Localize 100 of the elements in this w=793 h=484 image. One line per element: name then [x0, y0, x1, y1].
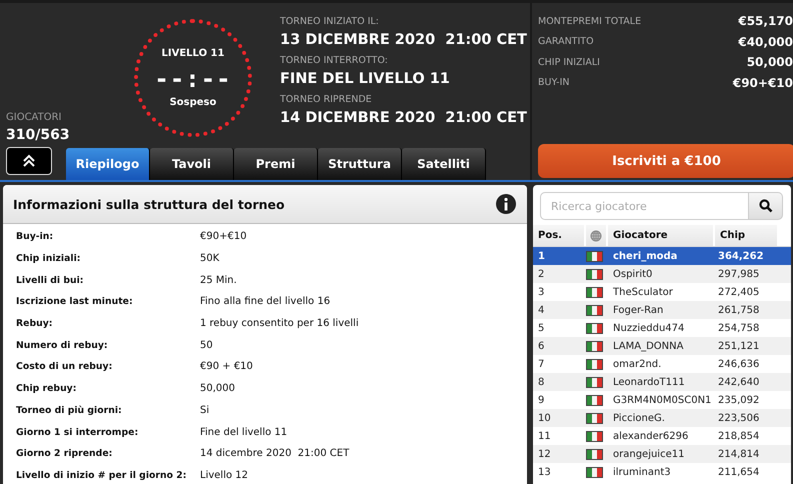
info-icon[interactable]	[496, 194, 516, 214]
stat-value: €90+€10	[732, 76, 793, 90]
stat-value: 50,000	[746, 55, 793, 70]
flag-icon	[586, 322, 603, 334]
flag-icon	[586, 250, 603, 262]
column-header[interactable]: Giocatore	[608, 225, 713, 246]
schedule-label: TORNEO INIZIATO IL:	[280, 16, 380, 27]
timer-display: --:--	[154, 65, 232, 93]
stat-value: €55,170	[738, 14, 793, 28]
info-value: €90+€10	[200, 231, 247, 242]
table-cell-text: 3	[537, 286, 546, 298]
table-cell-text: ilruminant3	[612, 466, 672, 478]
table-cell-text: 251,121	[717, 340, 760, 352]
schedule-value: FINE DEL LIVELLO 11	[280, 71, 451, 87]
timer-level: LIVELLO 11	[162, 48, 224, 59]
table-cell-text: LeonardoT111	[612, 376, 686, 388]
column-header[interactable]: Chip	[715, 225, 777, 246]
table-cell-text: 12	[537, 448, 552, 460]
table-cell-text: 10	[537, 412, 552, 424]
table-cell-text: 2	[537, 268, 546, 280]
info-label: Giorno 2 riprende:	[15, 448, 114, 460]
player-row[interactable]: 6 LAMA_DONNA 251,121	[533, 337, 791, 355]
table-cell-text: Ospirit0	[612, 268, 654, 280]
info-value: Fino alla fine del livello 16	[200, 296, 330, 308]
info-value: 1 rebuy consentito per 16 livelli	[200, 318, 359, 330]
table-cell-text: Foger-Ran	[612, 304, 664, 316]
table-cell-text: TheSculator	[612, 286, 674, 298]
tab[interactable]: Tavoli	[150, 148, 234, 180]
info-label: Chip iniziali:	[15, 253, 82, 264]
table-cell-text: 211,654	[717, 466, 760, 478]
info-label: Chip rebuy:	[15, 383, 78, 394]
globe-icon	[590, 230, 602, 242]
collapse-button[interactable]	[6, 147, 52, 175]
table-cell-text: 235,092	[717, 394, 760, 406]
table-cell-text: 246,636	[717, 358, 760, 370]
flag-icon	[586, 304, 603, 316]
flag-icon	[586, 286, 603, 298]
table-cell-text: orangejuice11	[612, 448, 686, 460]
table-cell-text: 254,758	[717, 322, 760, 334]
table-cell-text: G3RM4N0M0SC0N1	[612, 394, 712, 406]
info-value: Si	[200, 404, 210, 416]
info-label: Numero di rebuy:	[15, 340, 109, 351]
double-chevron-up-icon	[21, 154, 37, 168]
info-label: Torneo di più giorni:	[15, 404, 123, 416]
table-cell-text: 261,758	[717, 304, 760, 316]
player-row[interactable]: 1 cheri_moda 364,262	[533, 247, 791, 265]
table-cell-text: Nuzzieddu474	[612, 322, 686, 334]
player-row[interactable]: 4 Foger-Ran 261,758	[533, 301, 791, 319]
tab[interactable]: Riepilogo	[66, 148, 150, 180]
player-row[interactable]: 12 orangejuice11 214,814	[533, 445, 791, 463]
player-row[interactable]: 2 Ospirit0 297,985	[533, 265, 791, 283]
table-cell-text: 11	[537, 430, 552, 442]
table-cell-text: 1	[537, 250, 546, 262]
info-value: 50K	[200, 253, 220, 264]
info-value: 14 dicembre 2020 21:00 CET	[200, 448, 350, 460]
tab[interactable]: Satelliti	[402, 148, 486, 180]
table-cell-text: 4	[537, 304, 546, 316]
table-cell-text: PiccioneG.	[612, 412, 666, 424]
info-label: Costo di un rebuy:	[15, 361, 114, 372]
table-cell-text: cheri_moda	[612, 250, 678, 262]
info-value: Fine del livello 11	[200, 426, 288, 438]
stat-label: BUY-IN	[538, 77, 570, 88]
stat-value: €40,000	[738, 34, 793, 49]
table-cell-text: 5	[537, 322, 546, 334]
column-header[interactable]	[586, 225, 606, 246]
flag-icon	[586, 412, 603, 424]
table-cell-text: 223,506	[717, 412, 760, 424]
flag-icon	[586, 358, 603, 370]
schedule-value: 14 DICEMBRE 2020 21:00 CET	[280, 110, 527, 126]
schedule-value: 13 DICEMBRE 2020 21:00 CET	[280, 32, 527, 48]
info-label: Rebuy:	[15, 318, 54, 330]
info-label: Buy-in:	[15, 231, 54, 242]
info-value: 50,000	[200, 383, 235, 394]
stat-label: CHIP INIZIALI	[538, 56, 600, 68]
info-label: Giorno 1 si interrompe:	[15, 426, 140, 438]
table-cell-text: 6	[537, 340, 546, 352]
flag-icon	[586, 394, 603, 406]
table-cell-text: 9	[537, 394, 546, 406]
panel-title: Informazioni sulla struttura del torneo	[13, 196, 285, 212]
table-cell-text: 218,854	[717, 430, 760, 442]
stat-label: GARANTITO	[538, 36, 594, 48]
register-button[interactable]: Iscriviti a €100	[538, 144, 793, 178]
stat-label: MONTEPREMI TOTALE	[538, 16, 642, 27]
flag-icon	[586, 448, 603, 460]
flag-icon	[586, 268, 603, 280]
tab[interactable]: Struttura	[318, 148, 402, 180]
player-row[interactable]: 10 PiccioneG. 223,506	[533, 409, 791, 427]
flag-icon	[586, 340, 603, 352]
tab[interactable]: Premi	[234, 148, 318, 180]
column-header[interactable]: Pos.	[533, 225, 584, 246]
search-button[interactable]	[749, 192, 783, 220]
info-label: Iscrizione last minute:	[15, 296, 134, 308]
table-cell-text: 272,405	[717, 286, 760, 298]
player-row[interactable]: 8 LeonardoT111 242,640	[533, 373, 791, 391]
table-cell-text: LAMA_DONNA	[612, 340, 684, 352]
schedule-label: TORNEO INTERROTTO:	[280, 55, 389, 66]
info-value: €90 + €10	[200, 361, 253, 372]
players-count: 310/563	[6, 127, 71, 143]
search-field[interactable]: Ricerca giocatore	[540, 192, 749, 220]
info-value: 50	[200, 340, 213, 351]
